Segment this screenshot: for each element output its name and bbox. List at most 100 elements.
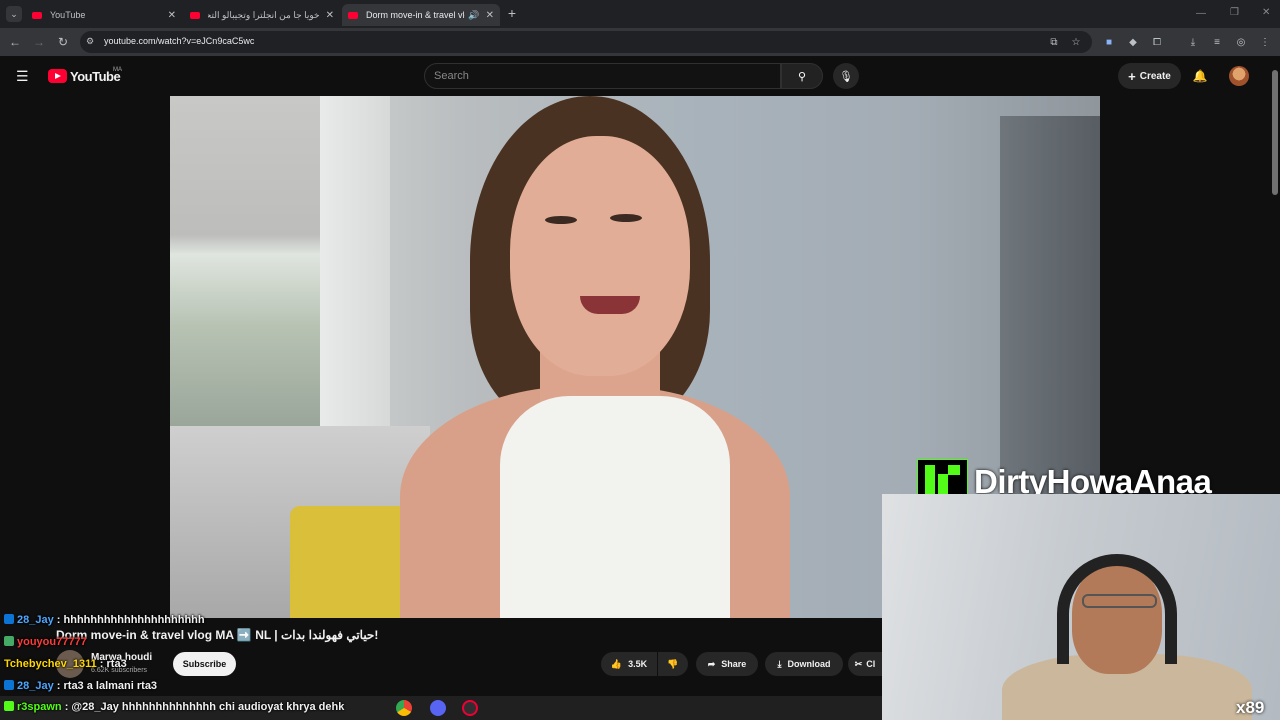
video-face-scene <box>510 136 690 376</box>
tab-youtube[interactable]: YouTube ✕ <box>26 4 182 26</box>
new-tab-button[interactable]: + <box>505 6 519 20</box>
search-icon: ⚲ <box>797 70 807 83</box>
webcam-glasses-scene <box>1082 594 1157 608</box>
clip-label: Cl <box>866 659 876 669</box>
video-tank-top-scene <box>500 396 730 618</box>
notifications-bell-icon[interactable]: 🔔 <box>1191 67 1209 85</box>
share-label: Share <box>721 659 747 669</box>
site-info-icon[interactable]: ⚙ <box>86 36 94 47</box>
chrome-taskbar-icon[interactable] <box>396 700 412 716</box>
hamburger-menu-icon[interactable]: ☰ <box>16 68 29 85</box>
speaker-icon[interactable]: 🔊 <box>468 10 479 21</box>
close-window-icon[interactable]: ✕ <box>1262 7 1270 18</box>
video-eye-right <box>610 214 642 222</box>
chat-separator: : <box>53 680 64 692</box>
share-arrow-icon: ➦ <box>707 658 716 669</box>
video-title: Dorm move-in & travel vlog MA ➡️ NL | حي… <box>56 628 379 642</box>
downloads-icon[interactable]: ⤓ <box>1186 35 1200 49</box>
tab-dorm-vlog[interactable]: Dorm move-in & travel vlo 🔊 ✕ <box>342 4 500 26</box>
search-button[interactable]: ⚲ <box>781 63 823 89</box>
video-mouth <box>580 296 640 314</box>
clip-button[interactable]: ✂ Cl <box>848 652 882 676</box>
subscribe-button[interactable]: Subscribe <box>173 652 236 676</box>
country-code: MA <box>113 67 122 73</box>
webcam-headset-scene <box>1057 554 1177 664</box>
browser-menu-icon[interactable]: ⋮ <box>1258 35 1272 49</box>
chat-username: youyou77777 <box>17 636 87 648</box>
chat-separator: : <box>96 658 107 670</box>
thumbs-down-icon: 👎 <box>667 658 679 669</box>
chat-badge-icon <box>4 680 14 690</box>
voice-search-icon[interactable]: 🎙 <box>833 63 859 89</box>
chat-text: hhhhhhhhhhhhhhhhhhhhh <box>63 614 205 626</box>
create-button[interactable]: + Create <box>1118 63 1181 89</box>
tab-title: خويا جا من انجلترا وتجيبالو التحيلة <box>208 9 320 20</box>
like-button[interactable]: 👍 3.5K <box>601 652 657 676</box>
close-tab-icon[interactable]: ✕ <box>326 10 334 21</box>
minimize-icon[interactable]: — <box>1196 8 1206 19</box>
chat-separator: : <box>61 701 72 713</box>
like-count: 3.5K <box>628 659 648 669</box>
forward-icon[interactable]: → <box>30 33 48 51</box>
page-scrollbar[interactable] <box>1272 70 1278 195</box>
extension-diamond-icon[interactable]: ◆ <box>1126 35 1140 49</box>
download-button[interactable]: ⤓ Download <box>765 652 843 676</box>
profile-icon[interactable]: ◎ <box>1234 35 1248 49</box>
extensions-puzzle-icon[interactable]: ⧠ <box>1150 35 1164 49</box>
chat-message: youyou77777 <box>4 636 87 648</box>
youtube-favicon-icon <box>32 11 42 19</box>
download-icon: ⤓ <box>777 658 782 669</box>
dislike-button[interactable]: 👎 <box>658 652 688 676</box>
chat-username: 28_Jay <box>17 614 54 626</box>
chat-badge-icon <box>4 701 14 711</box>
emote-combo-count: x89 <box>1236 698 1265 717</box>
chat-message: 28_Jay : rta3 a lalmani rta3 <box>4 680 157 692</box>
maximize-icon[interactable]: ❐ <box>1230 7 1239 18</box>
bookmark-star-icon[interactable]: ☆ <box>1069 35 1083 49</box>
youtube-favicon-icon <box>190 11 200 19</box>
chat-text: @28_Jay hhhhhhhhhhhhhh chi audioyat khry… <box>71 701 345 713</box>
back-icon[interactable]: ← <box>6 33 24 51</box>
thumbs-up-icon: 👍 <box>610 658 623 669</box>
chat-badge-icon <box>4 636 14 646</box>
chat-username: Tchebychev_1311 <box>4 658 97 670</box>
discord-taskbar-icon[interactable] <box>430 700 446 716</box>
search-input[interactable] <box>424 63 781 89</box>
youtube-logo-icon[interactable] <box>48 69 67 83</box>
search-placeholder: Search <box>434 70 469 82</box>
kick-logo-part <box>938 484 948 494</box>
chat-message: 28_Jay : hhhhhhhhhhhhhhhhhhhhh <box>4 614 205 626</box>
streamer-webcam <box>882 494 1280 720</box>
account-avatar[interactable] <box>1229 66 1249 86</box>
youtube-favicon-icon <box>348 11 358 19</box>
kick-logo-part <box>938 474 948 484</box>
url-text[interactable]: youtube.com/watch?v=eJCn9caC5wc <box>104 36 254 46</box>
tab-search-icon[interactable]: ⌄ <box>6 6 22 22</box>
kick-logo-part <box>948 465 960 475</box>
translate-extension-icon[interactable]: ■ <box>1102 35 1116 49</box>
chat-text: rta3 a lalmani rta3 <box>63 680 158 692</box>
chat-separator: : <box>53 614 64 626</box>
scissors-icon: ✂ <box>854 658 863 669</box>
tab-vlog-arabic[interactable]: خويا جا من انجلترا وتجيبالو التحيلة ✕ <box>184 4 340 26</box>
chat-message: r3spawn : @28_Jay hhhhhhhhhhhhhh chi aud… <box>4 701 344 713</box>
media-controls-icon[interactable]: ≡ <box>1210 35 1224 49</box>
chat-username: 28_Jay <box>17 680 54 692</box>
chat-text: rta3 <box>106 658 127 670</box>
reload-icon[interactable]: ↻ <box>54 33 72 51</box>
chat-message: Tchebychev_1311 : rta3 <box>4 658 127 670</box>
download-label: Download <box>787 659 831 669</box>
chat-badge-icon <box>4 614 14 624</box>
close-tab-icon[interactable]: ✕ <box>486 10 494 21</box>
chat-username: r3spawn <box>17 701 62 713</box>
share-button[interactable]: ➦ Share <box>696 652 758 676</box>
close-tab-icon[interactable]: ✕ <box>168 10 176 21</box>
plus-icon: + <box>1128 68 1136 84</box>
create-label: Create <box>1139 70 1171 82</box>
tab-title: YouTube <box>50 10 86 20</box>
obs-taskbar-icon[interactable] <box>462 700 478 716</box>
video-eye-left <box>545 216 577 224</box>
video-window-scene <box>170 96 320 426</box>
install-app-icon[interactable]: ⧉ <box>1047 35 1061 49</box>
tab-title: Dorm move-in & travel vlo <box>366 10 466 20</box>
